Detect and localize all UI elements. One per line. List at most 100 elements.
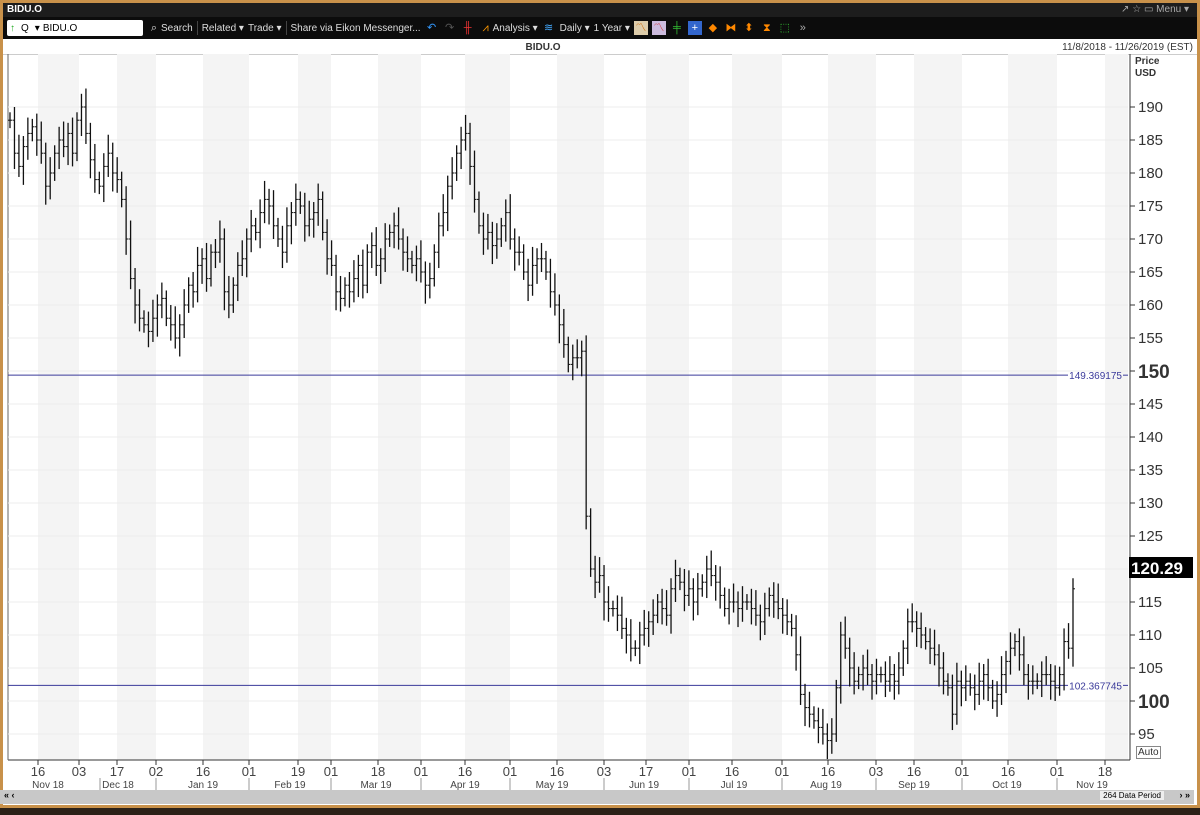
ohlc-bar [106, 134, 111, 177]
ohlc-bar [427, 262, 432, 299]
ohlc-bar [820, 708, 825, 745]
ohlc-bar [110, 142, 115, 192]
ohlc-bar [360, 249, 365, 299]
ohlc-bar [883, 661, 888, 698]
ohlc-bar [275, 217, 280, 247]
ohlc-bar [454, 145, 459, 181]
ohlc-bar [258, 199, 263, 249]
ohlc-bar [1062, 628, 1067, 691]
ohlc-bar [905, 608, 910, 665]
y-tick-label: 175 [1138, 198, 1163, 215]
ohlc-bar [191, 272, 196, 308]
y-tick-label: 145 [1138, 396, 1163, 413]
ohlc-bar [25, 117, 30, 160]
x-tick-label: 03 [597, 764, 611, 779]
ohlc-bar [713, 565, 718, 601]
y-tick-label: 150 [1138, 362, 1170, 383]
background-band [828, 54, 876, 760]
y-tick-label: 100 [1138, 692, 1170, 713]
background-band [557, 54, 604, 760]
ohlc-bar [168, 305, 173, 341]
background-band [298, 54, 331, 760]
ohlc-bar [990, 679, 995, 709]
x-tick-label: 01 [503, 764, 517, 779]
ohlc-bar [8, 112, 12, 129]
axis-currency: USD [1135, 68, 1156, 79]
x-tick-label: 16 [725, 764, 739, 779]
ohlc-bar [365, 244, 370, 294]
ohlc-bar [977, 662, 982, 705]
ohlc-bar [628, 619, 633, 662]
y-tick-label: 155 [1138, 330, 1163, 347]
x-tick-label: 16 [1001, 764, 1015, 779]
ohlc-bar [798, 636, 803, 705]
ohlc-bar [816, 707, 821, 744]
ohlc-bar [101, 153, 106, 203]
ohlc-bar [606, 586, 611, 622]
ohlc-bar [30, 118, 35, 142]
x-tick-label: 01 [414, 764, 428, 779]
background-band [646, 54, 689, 760]
ohlc-bar [374, 227, 379, 276]
background-band [117, 54, 156, 760]
auto-scale-button[interactable]: Auto [1136, 746, 1161, 759]
ohlc-bar [280, 225, 285, 269]
scroll-right-button[interactable]: › » [1179, 790, 1190, 800]
x-tick-label: 03 [72, 764, 86, 779]
x-tick-label: 01 [242, 764, 256, 779]
ohlc-bar [356, 254, 361, 298]
ohlc-bar [289, 202, 294, 245]
ohlc-bar [1057, 666, 1062, 696]
ohlc-bar [347, 272, 352, 308]
y-tick-label: 135 [1138, 462, 1163, 479]
ohlc-bar [981, 664, 986, 700]
ohlc-bar [16, 134, 21, 177]
ohlc-bar [249, 209, 254, 253]
ohlc-bar [88, 122, 93, 179]
ohlc-bar [284, 207, 289, 263]
x-tick-label: 17 [110, 764, 124, 779]
ohlc-bar [164, 290, 169, 327]
ohlc-bar [789, 613, 794, 637]
ohlc-bar [704, 555, 709, 599]
ohlc-bar [83, 88, 88, 144]
x-tick-label: 02 [149, 764, 163, 779]
ohlc-bar [159, 282, 164, 319]
ohlc-bar [552, 273, 557, 316]
scroll-left-button[interactable]: « ‹ [4, 790, 15, 800]
ohlc-bar [450, 157, 455, 200]
ohlc-bar [543, 250, 548, 280]
y-tick-label: 165 [1138, 264, 1163, 281]
scrollbar[interactable]: « ‹ 264 Data Period › » [0, 790, 1194, 804]
ohlc-bar [526, 258, 531, 302]
data-period-label: 264 Data Period [1100, 791, 1164, 800]
ohlc-bar [878, 666, 883, 683]
ohlc-bar [615, 595, 620, 632]
y-tick-label: 180 [1138, 165, 1163, 182]
ohlc-bar [521, 244, 526, 280]
ohlc-bar [963, 665, 968, 701]
x-tick-label: 16 [550, 764, 564, 779]
ohlc-bar [642, 609, 647, 646]
y-tick-label: 125 [1138, 528, 1163, 545]
ohlc-bar [999, 656, 1004, 705]
x-tick-label: 16 [821, 764, 835, 779]
x-tick-label: 16 [196, 764, 210, 779]
y-tick-label: 160 [1138, 297, 1163, 314]
ohlc-bar [700, 574, 705, 597]
x-tick-label: 16 [458, 764, 472, 779]
ohlc-bar [794, 615, 799, 671]
ohlc-bar [633, 640, 638, 657]
ohlc-bar [12, 107, 17, 170]
ohlc-bar [1066, 623, 1071, 659]
ohlc-bar [785, 599, 790, 635]
ohlc-bar [530, 246, 535, 296]
ohlc-bar [619, 596, 624, 639]
ohlc-bar [803, 683, 808, 727]
ohlc-bar [432, 244, 437, 287]
price-chart[interactable]: 149.369175102.36774595100105110115120125… [0, 0, 1200, 815]
ohlc-bar [709, 550, 714, 587]
ohlc-bar [986, 658, 991, 701]
x-tick-label: 01 [775, 764, 789, 779]
ohlc-bar [512, 228, 517, 271]
